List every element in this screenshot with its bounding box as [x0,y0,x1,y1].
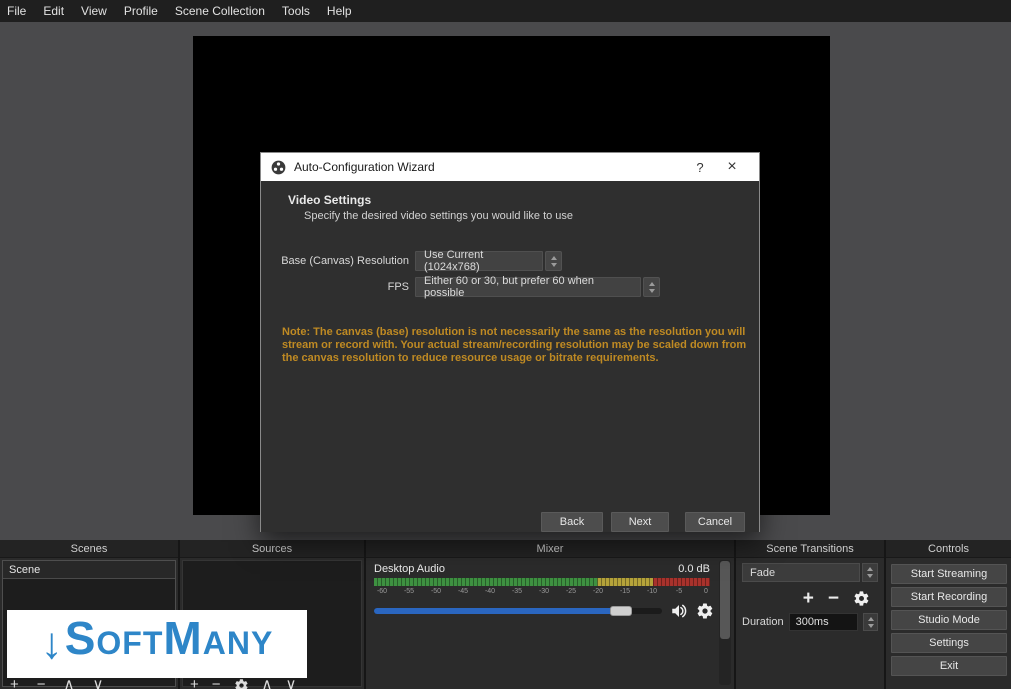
meter-scale: -60-55-50-45-40-35-30-25-20-15-10-50 [374,588,714,595]
softmany-watermark: ↓ SOFTMANY [7,610,307,678]
watermark-logo-text: SOFTMANY [65,610,274,678]
duration-input[interactable]: 300ms [789,613,858,631]
back-button[interactable]: Back [541,512,603,532]
start-streaming-button[interactable]: Start Streaming [891,564,1007,584]
fps-value: Either 60 or 30, but prefer 60 when poss… [424,275,632,299]
scenes-panel-header[interactable]: Scenes [0,540,178,558]
mixer-scrollbar[interactable] [719,560,731,685]
section-subtitle: Specify the desired video settings you w… [304,210,573,222]
volume-slider-handle[interactable] [610,606,632,616]
menu-edit[interactable]: Edit [43,4,64,18]
scene-transitions-header[interactable]: Scene Transitions [736,540,884,558]
transition-value: Fade [750,567,775,579]
transition-properties-gear-icon[interactable] [853,590,870,607]
speaker-icon[interactable] [670,602,688,620]
settings-button[interactable]: Settings [891,633,1007,653]
duration-value: 300ms [796,616,829,628]
dialog-title: Auto-Configuration Wizard [294,160,685,174]
fps-spinner[interactable] [643,277,660,297]
spin-up-icon [867,567,873,571]
scene-transitions-panel: Scene Transitions Fade + − Duration [736,540,884,689]
resolution-value: Use Current (1024x768) [424,249,534,273]
spin-up-icon [868,617,874,621]
audio-settings-gear-icon[interactable] [696,602,714,620]
menu-help[interactable]: Help [327,4,352,18]
menu-view[interactable]: View [81,4,107,18]
spin-up-icon [649,282,655,286]
mixer-panel-header[interactable]: Mixer [366,540,734,558]
fps-label: FPS [279,281,409,293]
dialog-body: Video Settings Specify the desired video… [261,181,759,532]
audio-source-name: Desktop Audio [374,563,445,575]
duration-label: Duration [742,616,784,628]
duration-spinner[interactable] [863,613,878,631]
controls-panel-header[interactable]: Controls [886,540,1011,558]
mixer-content: Desktop Audio 0.0 dB -60-55-50-45-40-35-… [366,558,734,687]
close-icon[interactable]: × [715,158,749,176]
audio-meter [374,578,710,586]
menu-profile[interactable]: Profile [124,4,158,18]
resolution-select[interactable]: Use Current (1024x768) [415,251,543,271]
resolution-label: Base (Canvas) Resolution [279,255,409,267]
sources-panel-header[interactable]: Sources [180,540,364,558]
studio-mode-button[interactable]: Studio Mode [891,610,1007,630]
spin-down-icon [867,574,873,578]
volume-slider[interactable] [374,606,662,616]
auto-config-wizard-dialog: Auto-Configuration Wizard ? × Video Sett… [260,152,760,532]
obs-main-window: File Edit View Profile Scene Collection … [0,0,1011,689]
menu-file[interactable]: File [7,4,26,18]
fps-select[interactable]: Either 60 or 30, but prefer 60 when poss… [415,277,641,297]
spin-down-icon [649,289,655,293]
exit-button[interactable]: Exit [891,656,1007,676]
audio-level-value: 0.0 dB [678,563,710,575]
next-button[interactable]: Next [611,512,669,532]
start-recording-button[interactable]: Start Recording [891,587,1007,607]
resolution-spinner[interactable] [545,251,562,271]
menu-scene-collection[interactable]: Scene Collection [175,4,265,18]
obs-logo-icon [271,160,286,175]
menu-bar: File Edit View Profile Scene Collection … [0,0,1011,22]
menu-tools[interactable]: Tools [282,4,310,18]
controls-panel: Controls Start Streaming Start Recording… [886,540,1011,689]
fps-row: FPS Either 60 or 30, but prefer 60 when … [279,277,660,297]
scene-list-item[interactable]: Scene [3,561,175,579]
canvas-resolution-note: Note: The canvas (base) resolution is no… [282,326,750,365]
add-transition-icon[interactable]: + [803,592,814,606]
resolution-row: Base (Canvas) Resolution Use Current (10… [279,251,562,271]
spin-down-icon [551,263,557,267]
remove-transition-icon[interactable]: − [828,592,839,606]
spin-up-icon [551,256,557,260]
dialog-titlebar[interactable]: Auto-Configuration Wizard ? × [261,153,759,181]
transition-spinner[interactable] [862,563,878,582]
help-button[interactable]: ? [685,160,715,175]
spin-down-icon [868,624,874,628]
transition-select[interactable]: Fade [742,563,860,582]
section-title: Video Settings [288,193,371,207]
cancel-button[interactable]: Cancel [685,512,745,532]
mixer-panel: Mixer Desktop Audio 0.0 dB -60-55-50-45-… [366,540,734,689]
source-properties-gear-icon[interactable] [234,678,249,689]
download-arrow-icon: ↓ [41,614,63,674]
